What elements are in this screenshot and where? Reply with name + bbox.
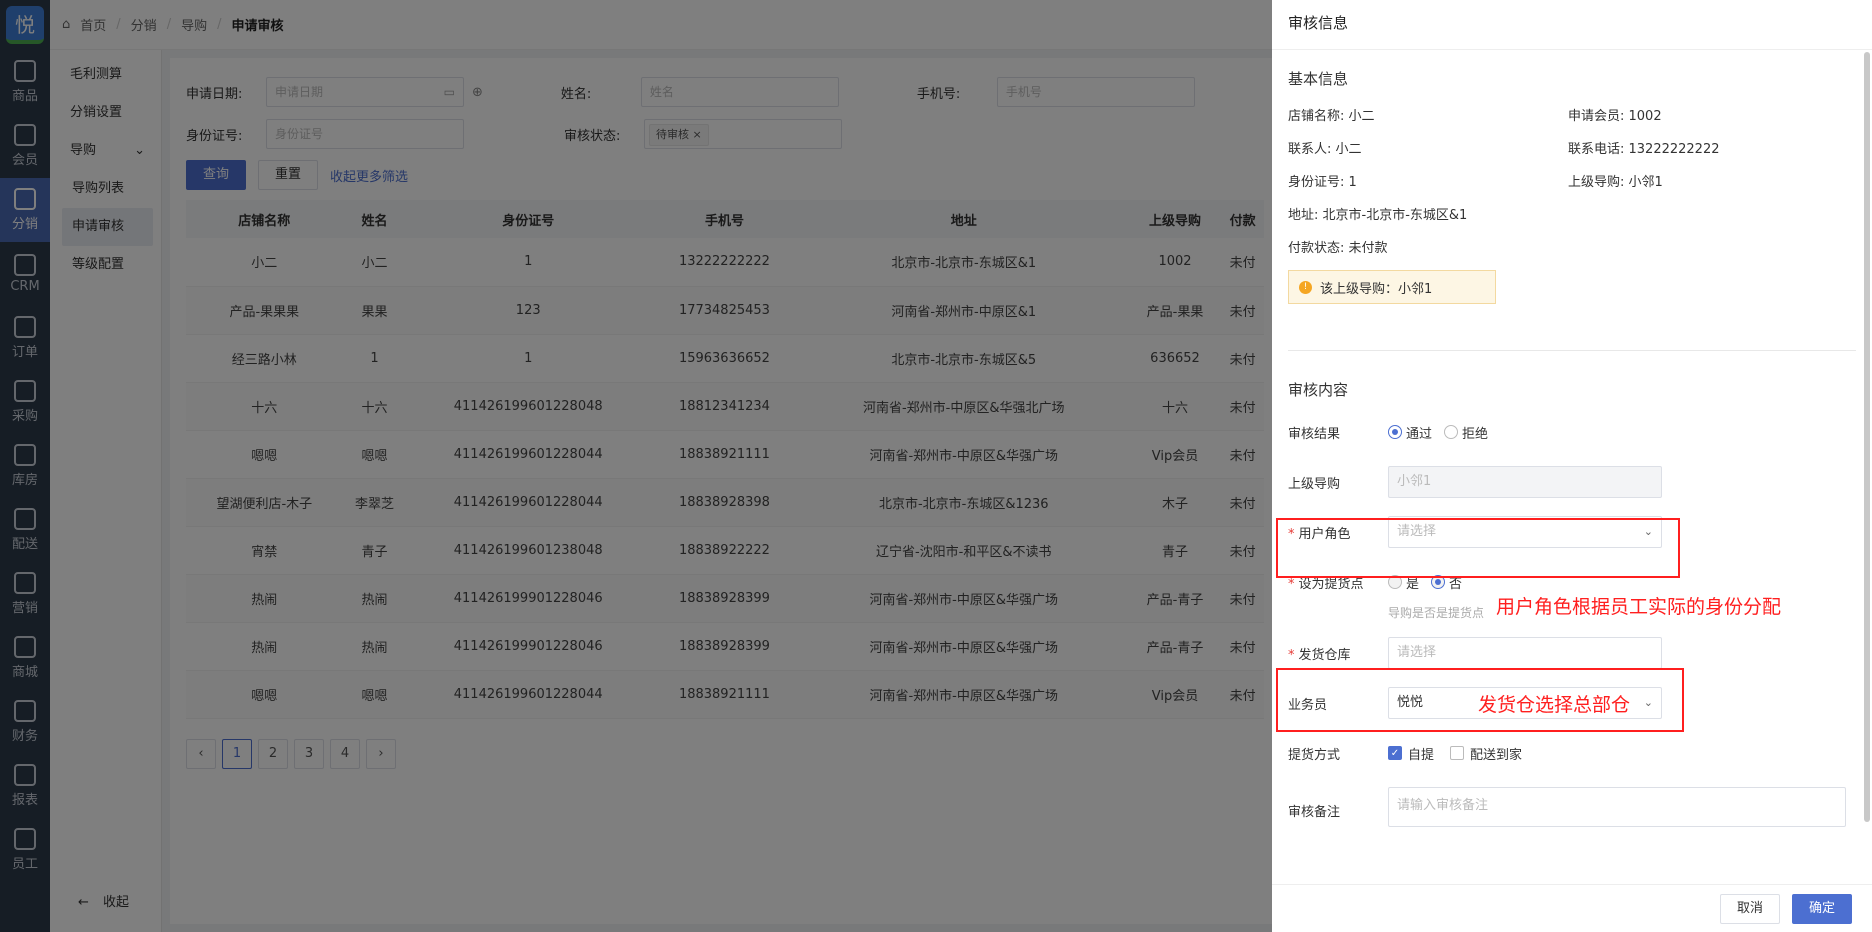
info-field: 申请会员: 1002 bbox=[1568, 109, 1662, 124]
parent-guide-alert: ! 该上级导购：小邻1 bbox=[1288, 270, 1496, 304]
cancel-button[interactable]: 取消 bbox=[1719, 893, 1780, 924]
warehouse-select[interactable]: 请选择 bbox=[1388, 637, 1662, 669]
result-label: 审核结果 bbox=[1288, 426, 1341, 442]
method-delivery-checkbox[interactable]: 配送到家 bbox=[1450, 744, 1522, 763]
result-reject-radio[interactable]: 拒绝 bbox=[1444, 423, 1488, 442]
pickup-label: 设为提货点 bbox=[1298, 576, 1364, 592]
info-field: 联系电话: 13222222222 bbox=[1568, 142, 1720, 157]
drawer-scrollbar[interactable] bbox=[1864, 52, 1870, 822]
info-field bbox=[1568, 237, 1828, 256]
warning-icon: ! bbox=[1299, 280, 1312, 294]
drawer-title: 审核信息 bbox=[1272, 0, 1872, 50]
warehouse-annotation: 发货仓选择总部仓 bbox=[1478, 694, 1631, 716]
review-drawer: 审核信息 基本信息 店铺名称: 小二 申请会员: 1002 联系人: 小二 联系电话:… bbox=[1272, 0, 1872, 932]
parent-guide-input: 小邻1 bbox=[1388, 466, 1662, 498]
review-content-title: 审核内容 bbox=[1288, 381, 1349, 399]
basic-info-title: 基本信息 bbox=[1288, 70, 1349, 88]
method-self-checkbox[interactable]: ✓ 自提 bbox=[1388, 744, 1434, 763]
info-field: 身份证号: 1 bbox=[1288, 175, 1357, 190]
info-field: 店铺名称: 小二 bbox=[1288, 109, 1375, 124]
parent-label: 上级导购 bbox=[1288, 476, 1341, 492]
warehouse-label: 发货仓库 bbox=[1298, 647, 1351, 663]
drawer-footer: 取消 确定 bbox=[1272, 884, 1872, 932]
basic-info-grid: 店铺名称: 小二 申请会员: 1002 联系人: 小二 联系电话: 132222222… bbox=[1288, 105, 1856, 256]
method-label: 提货方式 bbox=[1288, 747, 1341, 763]
confirm-button[interactable]: 确定 bbox=[1791, 893, 1852, 924]
info-field: 付款状态: 未付款 bbox=[1288, 241, 1388, 256]
role-highlight-box bbox=[1276, 518, 1680, 578]
remark-textarea[interactable]: 请输入审核备注 bbox=[1388, 787, 1846, 827]
info-field: 上级导购: 小邻1 bbox=[1568, 175, 1663, 190]
info-field: 联系人: 小二 bbox=[1288, 142, 1362, 157]
remark-label: 审核备注 bbox=[1288, 805, 1341, 820]
alert-text: 该上级导购：小邻1 bbox=[1320, 281, 1433, 297]
result-pass-radio[interactable]: 通过 bbox=[1388, 423, 1432, 442]
role-annotation: 用户角色根据员工实际的身份分配 bbox=[1496, 596, 1782, 618]
info-field: 地址: 北京市-北京市-东城区&1 bbox=[1288, 208, 1468, 223]
info-field bbox=[1568, 204, 1828, 223]
